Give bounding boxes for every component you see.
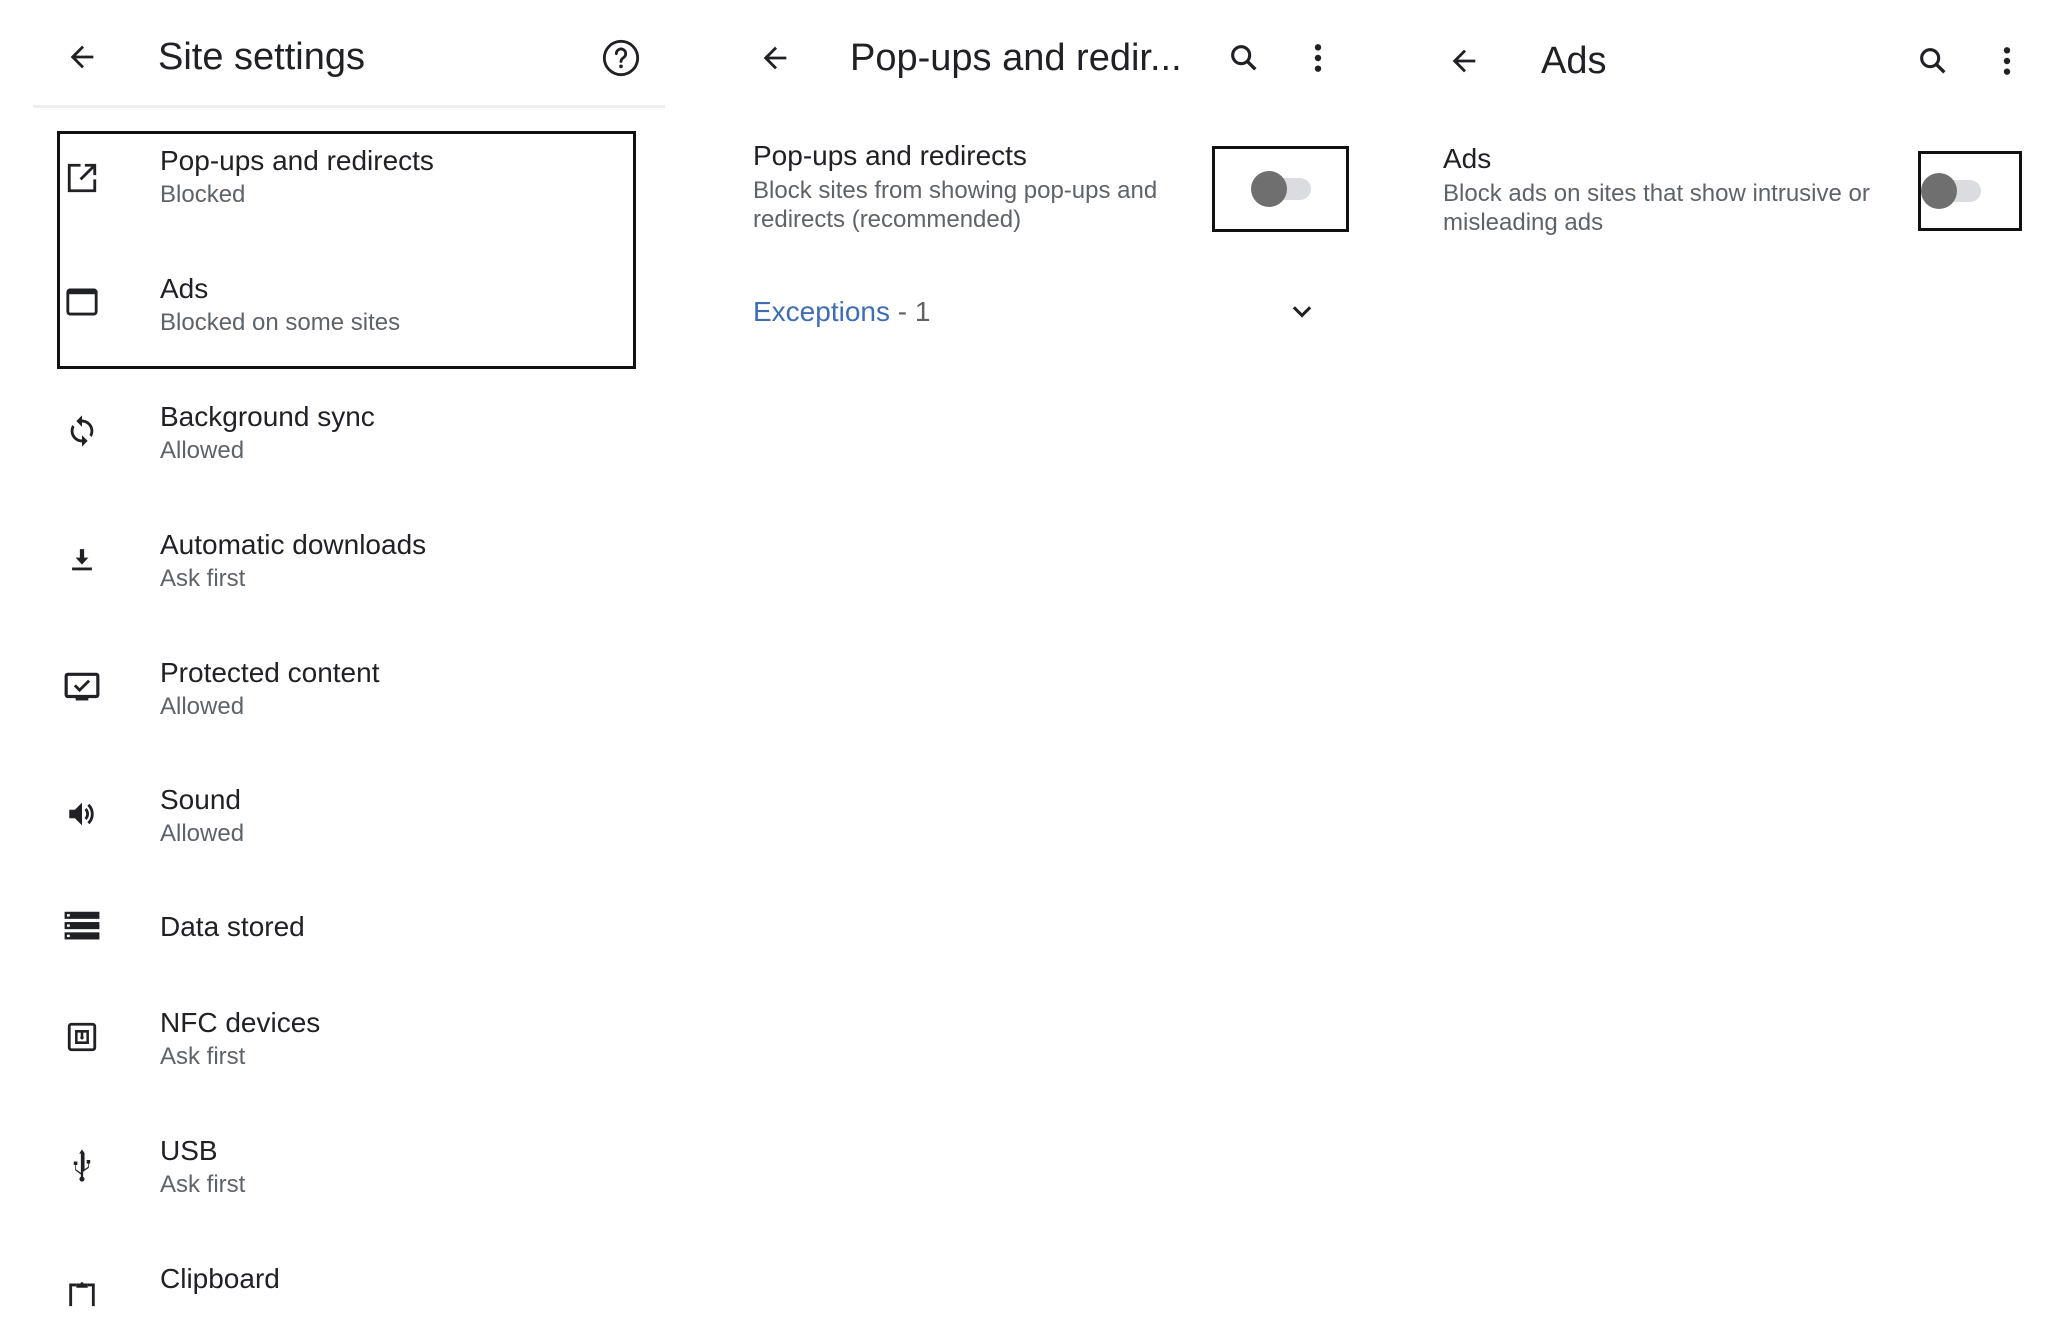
site-setting-item-sound[interactable]: Sound Allowed (40, 779, 660, 889)
volume-icon (62, 794, 102, 834)
sync-icon (62, 411, 102, 451)
item-title: Background sync (160, 401, 375, 432)
site-setting-item-usb[interactable]: USB Ask first (40, 1130, 660, 1240)
toggle-thumb (1251, 171, 1287, 207)
page-title: Ads (1541, 40, 1607, 82)
storage-icon (62, 906, 102, 946)
header-divider (33, 105, 665, 108)
search-icon[interactable] (1224, 38, 1264, 78)
arrow-back-icon[interactable] (62, 37, 102, 77)
search-icon[interactable] (1913, 41, 1953, 81)
clipboard-icon (62, 1272, 102, 1312)
help-circle-icon[interactable] (598, 35, 644, 81)
setting-title: Pop-ups and redirects (753, 140, 1027, 171)
site-setting-item-clipboard[interactable]: Clipboard (40, 1258, 660, 1318)
setting-description-line2: redirects (recommended) (753, 206, 1022, 233)
item-subtitle: Blocked on some sites (160, 309, 401, 336)
download-icon (62, 539, 102, 579)
item-subtitle: Allowed (160, 820, 245, 847)
setting-description-line1: Block ads on sites that show intrusive o… (1443, 180, 1870, 207)
site-setting-item-protected-content[interactable]: Protected content Allowed (40, 652, 660, 762)
chevron-down-icon[interactable] (1282, 292, 1322, 332)
item-title: Pop-ups and redirects (160, 145, 434, 176)
site-setting-item-automatic-downloads[interactable]: Automatic downloads Ask first (40, 524, 660, 634)
item-subtitle: Ask first (160, 1043, 246, 1070)
item-subtitle: Ask first (160, 1171, 246, 1198)
arrow-back-icon[interactable] (1444, 41, 1484, 81)
ads-toggle[interactable] (1921, 170, 1981, 210)
item-title: USB (160, 1135, 218, 1166)
item-subtitle: Allowed (160, 693, 245, 720)
arrow-back-icon[interactable] (755, 38, 795, 78)
item-title: Ads (160, 273, 209, 304)
usb-icon (62, 1145, 102, 1185)
exceptions-label: Exceptions (753, 296, 890, 327)
page-title: Site settings (158, 36, 365, 78)
toggle-thumb (1921, 173, 1957, 209)
item-subtitle: Ask first (160, 565, 246, 592)
item-subtitle: Allowed (160, 437, 245, 464)
item-title: Sound (160, 784, 241, 815)
nfc-icon (62, 1017, 102, 1057)
setting-description-line2: misleading ads (1443, 209, 1604, 236)
protected-content-icon (62, 667, 102, 707)
site-setting-item-popups[interactable]: Pop-ups and redirects Blocked (40, 140, 660, 250)
more-vert-icon[interactable] (1298, 38, 1338, 78)
item-title: Protected content (160, 657, 380, 688)
web-asset-icon (62, 282, 102, 322)
popups-toggle[interactable] (1251, 168, 1311, 208)
site-setting-item-data-stored[interactable]: Data stored (40, 900, 660, 1010)
item-subtitle: Blocked (160, 181, 246, 208)
item-title: Data stored (160, 911, 305, 942)
site-setting-item-nfc-devices[interactable]: NFC devices Ask first (40, 1002, 660, 1112)
setting-description-line1: Block sites from showing pop-ups and (753, 177, 1158, 204)
more-vert-icon[interactable] (1987, 41, 2027, 81)
item-title: NFC devices (160, 1007, 321, 1038)
exceptions-count: - 1 (889, 296, 931, 327)
exceptions-header[interactable]: Exceptions - 1 (753, 295, 930, 329)
page-title: Pop-ups and redir... (850, 37, 1182, 79)
item-title: Automatic downloads (160, 529, 427, 560)
site-setting-item-ads[interactable]: Ads Blocked on some sites (40, 268, 660, 378)
item-title: Clipboard (160, 1263, 280, 1294)
site-setting-item-background-sync[interactable]: Background sync Allowed (40, 396, 660, 506)
setting-title: Ads (1443, 143, 1492, 174)
open-in-new-icon (62, 158, 102, 198)
